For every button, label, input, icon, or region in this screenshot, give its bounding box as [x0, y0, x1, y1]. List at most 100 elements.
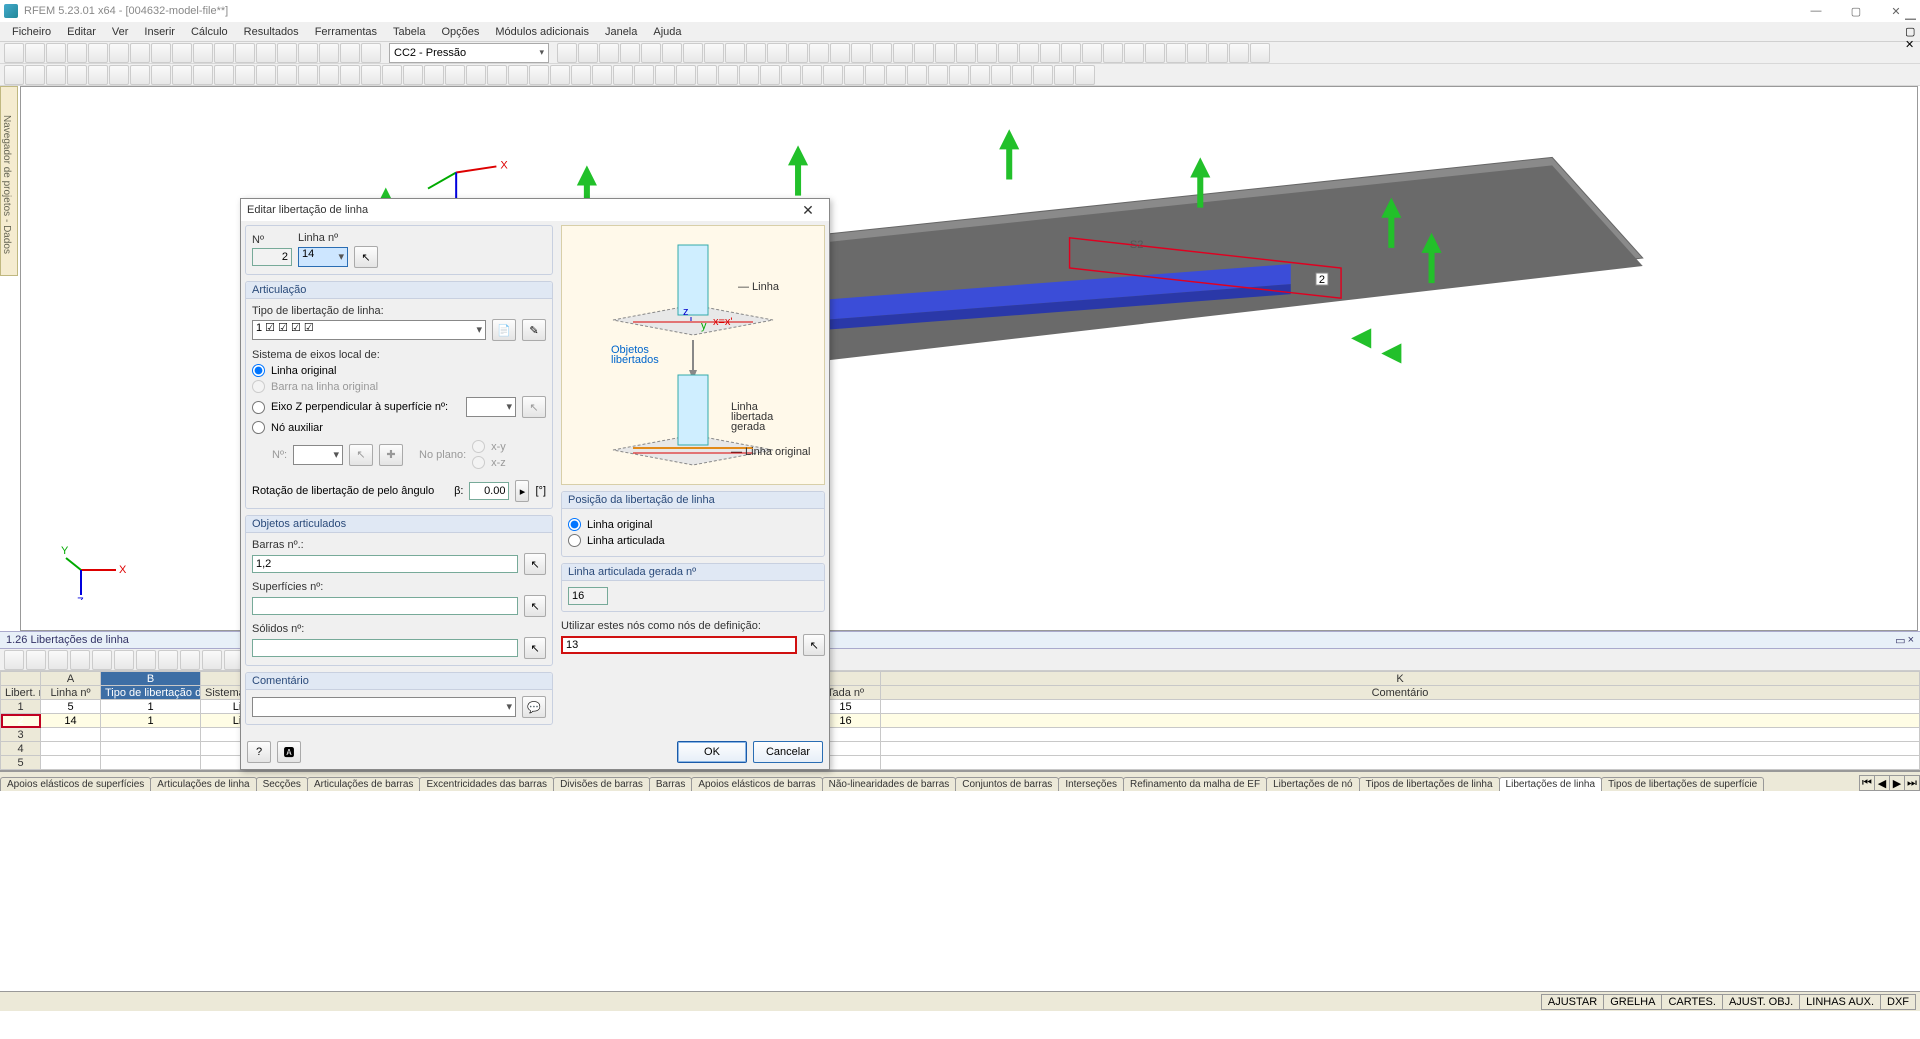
toolbar-button[interactable] [172, 43, 192, 63]
status-cartes[interactable]: CARTES. [1661, 994, 1722, 1010]
toolbar-button[interactable] [130, 43, 150, 63]
table-toolbar-button[interactable] [158, 650, 178, 670]
table-tab[interactable]: Não-linearidades de barras [822, 777, 957, 791]
radio-eixo-z[interactable]: Eixo Z perpendicular à superfície nº: ↖ [252, 396, 546, 418]
toolbar-button[interactable] [214, 43, 234, 63]
toolbar-button[interactable] [662, 43, 682, 63]
table-tab[interactable]: Tipos de libertações de linha [1359, 777, 1500, 791]
radio-pos-articulada[interactable]: Linha articulada [568, 534, 818, 547]
toolbar-button[interactable] [830, 43, 850, 63]
radio-no-auxiliar[interactable]: Nó auxiliar [252, 421, 546, 434]
pick-line-button[interactable]: ↖ [354, 246, 378, 268]
toolbar-button[interactable] [641, 43, 661, 63]
help-button[interactable]: ? [247, 741, 271, 763]
toolbar-button[interactable] [970, 65, 990, 85]
toolbar-button[interactable] [214, 65, 234, 85]
toolbar-button[interactable] [998, 43, 1018, 63]
radio-pos-original[interactable]: Linha original [568, 518, 818, 531]
toolbar-button[interactable] [697, 65, 717, 85]
toolbar-button[interactable] [676, 65, 696, 85]
mdi-close-button[interactable]: ✕ [1905, 38, 1916, 51]
toolbar-button[interactable] [487, 65, 507, 85]
table-tab[interactable]: Divisões de barras [553, 777, 650, 791]
pick-solidos-button[interactable]: ↖ [524, 637, 546, 659]
table-tab[interactable]: Excentricidades das barras [419, 777, 554, 791]
toolbar-button[interactable] [340, 43, 360, 63]
toolbar-button[interactable] [193, 43, 213, 63]
toolbar-button[interactable] [256, 65, 276, 85]
toolbar-button[interactable] [277, 65, 297, 85]
superficies-field[interactable] [252, 597, 518, 615]
toolbar-button[interactable] [88, 65, 108, 85]
beta-field[interactable] [469, 482, 509, 500]
toolbar-button[interactable] [935, 43, 955, 63]
toolbar-button[interactable] [760, 65, 780, 85]
toolbar-button[interactable] [1124, 43, 1144, 63]
dialog-title-bar[interactable]: Editar libertação de linha ✕ [241, 199, 829, 221]
menu-opcoes[interactable]: Opções [433, 24, 487, 40]
toolbar-button[interactable] [109, 65, 129, 85]
toolbar-button[interactable] [613, 65, 633, 85]
status-dxf[interactable]: DXF [1880, 994, 1916, 1010]
toolbar-button[interactable] [1187, 43, 1207, 63]
radio-linha-original[interactable]: Linha original [252, 364, 546, 377]
toolbar-button[interactable] [67, 65, 87, 85]
ok-button[interactable]: OK [677, 741, 747, 763]
toolbar-button[interactable] [151, 43, 171, 63]
loadcase-combo[interactable]: CC2 - Pressão [389, 43, 549, 63]
toolbar-button[interactable] [704, 43, 724, 63]
table-toolbar-button[interactable] [26, 650, 46, 670]
table-tab[interactable]: Refinamento da malha de EF [1123, 777, 1267, 791]
toolbar-button[interactable] [172, 65, 192, 85]
table-tab[interactable]: Apoios elásticos de barras [691, 777, 822, 791]
toolbar-button[interactable] [1103, 43, 1123, 63]
table-tab[interactable]: Articulações de linha [150, 777, 256, 791]
toolbar-button[interactable] [620, 43, 640, 63]
toolbar-button[interactable] [235, 43, 255, 63]
toolbar-button[interactable] [949, 65, 969, 85]
toolbar-button[interactable] [809, 43, 829, 63]
tipo-edit-button[interactable]: ✎ [522, 319, 546, 341]
toolbar-button[interactable] [1229, 43, 1249, 63]
table-tab[interactable]: Barras [649, 777, 692, 791]
toolbar-button[interactable] [886, 65, 906, 85]
menu-janela[interactable]: Janela [597, 24, 645, 40]
toolbar-button[interactable] [802, 65, 822, 85]
toolbar-button[interactable] [991, 65, 1011, 85]
def-nodes-field[interactable] [561, 636, 797, 654]
table-tab[interactable]: Articulações de barras [307, 777, 421, 791]
toolbar-button[interactable] [788, 43, 808, 63]
toolbar-button[interactable] [46, 43, 66, 63]
details-button[interactable]: 🅰 [277, 741, 301, 763]
menu-editar[interactable]: Editar [59, 24, 104, 40]
toolbar-button[interactable] [893, 43, 913, 63]
toolbar-button[interactable] [508, 65, 528, 85]
table-toolbar-button[interactable] [180, 650, 200, 670]
menu-calculo[interactable]: Cálculo [183, 24, 236, 40]
project-navigator-tab[interactable]: Navegador de projetos - Dados [0, 86, 18, 276]
table-toolbar-button[interactable] [70, 650, 90, 670]
toolbar-button[interactable] [67, 43, 87, 63]
toolbar-button[interactable] [865, 65, 885, 85]
pick-def-nodes-button[interactable]: ↖ [803, 634, 825, 656]
table-tab[interactable]: Libertações de nó [1266, 777, 1360, 791]
toolbar-button[interactable] [298, 43, 318, 63]
toolbar-button[interactable] [235, 65, 255, 85]
toolbar-button[interactable] [655, 65, 675, 85]
table-tab[interactable]: Libertações de linha [1499, 777, 1603, 791]
panel-pin-button[interactable]: ▭ [1895, 634, 1905, 647]
toolbar-button[interactable] [914, 43, 934, 63]
toolbar-button[interactable] [529, 65, 549, 85]
table-tab[interactable]: Tipos de libertações de superfície [1601, 777, 1764, 791]
table-toolbar-button[interactable] [92, 650, 112, 670]
toolbar-button[interactable] [403, 65, 423, 85]
toolbar-button[interactable] [634, 65, 654, 85]
toolbar-button[interactable] [1033, 65, 1053, 85]
toolbar-button[interactable] [823, 65, 843, 85]
toolbar-button[interactable] [25, 43, 45, 63]
toolbar-button[interactable] [1075, 65, 1095, 85]
mdi-minimize-button[interactable]: — [1905, 13, 1916, 25]
toolbar-button[interactable] [851, 43, 871, 63]
toolbar-button[interactable] [109, 43, 129, 63]
barras-field[interactable] [252, 555, 518, 573]
